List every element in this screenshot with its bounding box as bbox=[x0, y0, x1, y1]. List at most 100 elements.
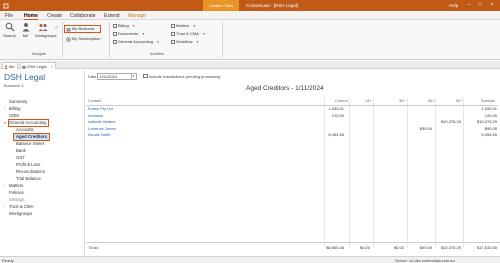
grid-icon bbox=[170, 24, 175, 28]
nav-trial-balance[interactable]: Trial Balance bbox=[16, 176, 41, 182]
column-header-14[interactable]: 14+ bbox=[365, 98, 371, 104]
me-button[interactable]: Me bbox=[19, 22, 32, 38]
nav-policies[interactable]: Policies bbox=[9, 190, 24, 196]
trust-cma-menu-button[interactable]: Trust & CMA ▾ bbox=[170, 31, 205, 37]
total-14: $0.00 bbox=[359, 244, 370, 250]
column-header-30[interactable]: 30+ bbox=[399, 98, 405, 104]
contact-cell[interactable]: Nicola Smith bbox=[88, 132, 110, 138]
subtotal-cell: 5,454.55 bbox=[481, 132, 497, 137]
status-text: Ready bbox=[2, 258, 14, 263]
contact-cell[interactable]: Evans Pty Ltd bbox=[88, 106, 113, 112]
date-picker[interactable]: 1/11/2024 ▾ bbox=[97, 72, 137, 80]
help-button[interactable]: Help bbox=[449, 0, 458, 11]
include-pending-label: Include transactions pending processing bbox=[149, 74, 221, 79]
nav-balance-sheet[interactable]: Balance Sheet bbox=[16, 141, 44, 147]
matters-menu-label: Matters bbox=[176, 23, 190, 28]
column-header-contact[interactable]: Contact bbox=[88, 98, 101, 104]
close-icon[interactable]: × bbox=[50, 64, 52, 69]
workflow-menu-button[interactable]: Workflow ▾ bbox=[170, 39, 198, 45]
nav-general-accounting[interactable]: General Accounting bbox=[4, 118, 49, 128]
date-value: 1/11/2024 bbox=[99, 73, 118, 79]
calendar-icon[interactable]: ▾ bbox=[130, 74, 136, 79]
search-button-label: Search bbox=[3, 33, 16, 38]
my-subscription-label: My Subscription bbox=[72, 36, 101, 41]
doc-tab-dsh-legal-label: DSH Legal bbox=[27, 64, 47, 69]
nav-workgroups[interactable]: Workgroups bbox=[9, 211, 32, 217]
total-current: $6,665.46 bbox=[326, 244, 344, 250]
nav-summary[interactable]: Summary bbox=[9, 99, 27, 105]
workgroups-button-label: Workgroups bbox=[35, 33, 57, 38]
grid-icon bbox=[112, 24, 117, 28]
nav-aged-creditors[interactable]: Aged Creditors bbox=[12, 132, 51, 142]
ribbon-tab-bar: File Home Create Collaborate Extend Mana… bbox=[0, 11, 500, 20]
chevron-down-icon: ▾ bbox=[196, 40, 199, 44]
app-logo-icon bbox=[3, 3, 9, 8]
billing-menu-button[interactable]: Billing ▾ bbox=[112, 23, 135, 29]
column-header-current[interactable]: Current bbox=[335, 98, 348, 104]
chevron-down-icon: ▾ bbox=[193, 24, 196, 28]
nav-bank[interactable]: Bank bbox=[16, 148, 26, 154]
nav-matters[interactable]: Matters bbox=[4, 183, 23, 189]
my-business-label: My Business bbox=[72, 26, 95, 31]
doc-tab-me[interactable]: Me bbox=[2, 62, 18, 69]
tab-collaborate[interactable]: Collaborate bbox=[70, 13, 96, 19]
workflow-menu-label: Workflow bbox=[176, 39, 193, 44]
report-area: Date 1/11/2024 ▾ Include transactions pe… bbox=[86, 70, 500, 256]
tab-extend[interactable]: Extend bbox=[104, 13, 120, 19]
nav-settings[interactable]: Settings bbox=[9, 197, 25, 203]
billing-menu-label: Billing bbox=[118, 23, 129, 28]
nav-crm[interactable]: CRM bbox=[9, 113, 19, 119]
documents-menu-label: Documents bbox=[118, 31, 139, 36]
column-header-60[interactable]: 60+ bbox=[428, 98, 434, 104]
search-button[interactable]: Search bbox=[3, 22, 16, 38]
minimize-button[interactable]: – bbox=[464, 0, 474, 11]
group-separator bbox=[109, 22, 110, 57]
tab-home[interactable]: Home bbox=[24, 13, 38, 20]
general-accounting-menu-button[interactable]: General Accounting ▾ bbox=[112, 39, 159, 45]
forward-arrow-icon: → bbox=[53, 24, 59, 30]
chevron-down-icon: ▾ bbox=[202, 32, 205, 36]
tab-create[interactable]: Create bbox=[47, 13, 62, 19]
person-icon bbox=[22, 23, 29, 32]
nav-profit-loss[interactable]: Profit & Loss bbox=[16, 162, 40, 168]
group-separator bbox=[62, 22, 63, 57]
total-subtotal: $17,632.65 bbox=[476, 244, 497, 250]
close-button[interactable]: × bbox=[487, 0, 497, 11]
column-header-90[interactable]: 90+ bbox=[456, 98, 462, 104]
date-label: Date bbox=[88, 74, 97, 79]
subtotal-cell: 120.00 bbox=[484, 112, 497, 118]
workgroups-button[interactable]: Workgroups bbox=[35, 22, 57, 38]
nav-billing[interactable]: Billing bbox=[4, 106, 21, 112]
include-pending-checkbox[interactable] bbox=[143, 73, 148, 78]
subtotal-cell: $10,376.29 bbox=[476, 119, 497, 124]
business-subtitle: Business 1 bbox=[4, 83, 24, 88]
group-icon bbox=[38, 24, 48, 31]
tab-file[interactable]: File bbox=[5, 13, 13, 19]
matters-menu-button[interactable]: Matters ▾ bbox=[170, 23, 195, 29]
nav-accounts[interactable]: Accounts bbox=[16, 127, 34, 133]
documents-menu-button[interactable]: Documents ▾ bbox=[112, 31, 144, 37]
contact-cell[interactable]: Isabelle Waters bbox=[88, 119, 115, 125]
business-title: DSH Legal bbox=[4, 72, 46, 82]
current-cell: 5,454.55 bbox=[328, 132, 344, 137]
status-bar: Ready Server: v2-dev.contextlaw.com.au bbox=[0, 256, 500, 263]
contact-cell[interactable]: Infotrack bbox=[88, 113, 103, 119]
trust-cma-menu-label: Trust & CMA bbox=[176, 31, 199, 36]
doc-tab-dsh-legal[interactable]: DSH Legal × bbox=[20, 62, 56, 69]
my-subscription-button[interactable]: My Subscription bbox=[65, 36, 109, 42]
search-icon bbox=[5, 22, 14, 32]
nav-gst[interactable]: GST bbox=[16, 155, 25, 161]
nav-trust-cma[interactable]: Trust & CMA bbox=[4, 204, 34, 210]
forward-button[interactable]: → bbox=[52, 24, 60, 30]
grid-icon bbox=[170, 40, 175, 44]
maximize-button[interactable]: □ bbox=[475, 0, 485, 11]
my-business-button[interactable]: My Business bbox=[63, 24, 102, 34]
column-divider bbox=[324, 98, 325, 248]
nav-reconciliations[interactable]: Reconciliations bbox=[16, 169, 45, 175]
tab-manage[interactable]: Manage bbox=[128, 13, 146, 19]
current-cell: 120.00 bbox=[331, 112, 344, 118]
grid-icon bbox=[112, 40, 117, 44]
column-header-subtotal[interactable]: Subtotal bbox=[481, 98, 495, 104]
general-accounting-menu-label: General Accounting bbox=[118, 39, 153, 44]
contact-cell[interactable]: Lorrence Jones bbox=[88, 126, 116, 132]
